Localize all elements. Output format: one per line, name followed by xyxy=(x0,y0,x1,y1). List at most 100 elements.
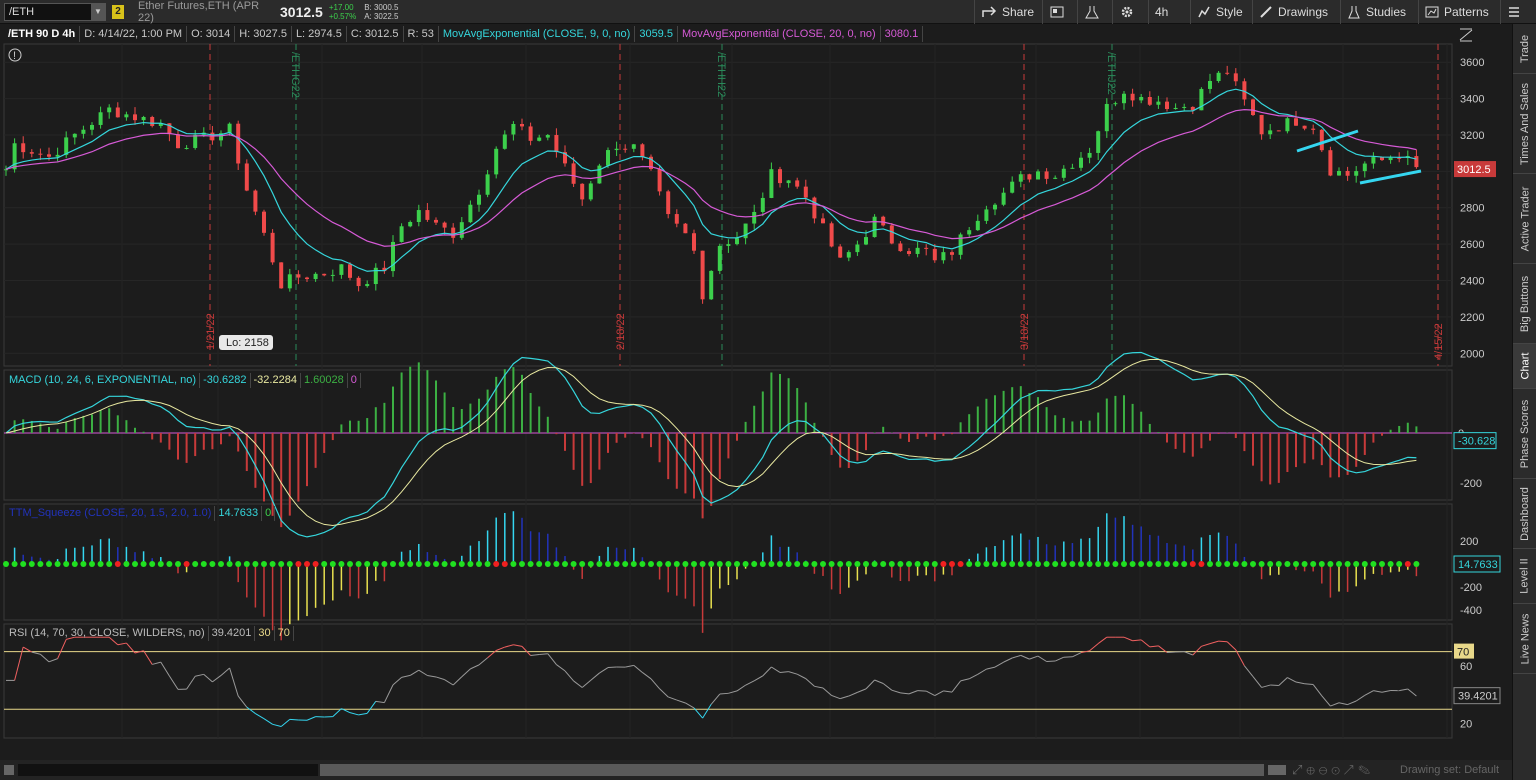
price-axis-label: 2600 xyxy=(1460,239,1484,251)
candle-body xyxy=(451,227,456,238)
candle-body xyxy=(356,277,361,287)
candle-body xyxy=(683,223,688,234)
rsi-value: 39.4201 xyxy=(209,626,256,641)
ttm-squeeze-dot xyxy=(1387,561,1394,567)
drawing-set-label[interactable]: Drawing set: Default xyxy=(1400,764,1499,776)
sidebar-tab-big-buttons[interactable]: Big Buttons xyxy=(1513,264,1536,344)
candle-body xyxy=(1182,106,1187,108)
thinkorswim-chart-window: /ETH ▼ 2 Ether Futures,ETH (APR 22) 3012.… xyxy=(0,0,1536,780)
ttm-squeeze-dot xyxy=(1078,561,1084,567)
ttm-squeeze-dot xyxy=(562,561,568,567)
candle-body xyxy=(1414,156,1419,168)
ttm-squeeze-dot xyxy=(450,561,457,567)
sidebar-tab-live-news[interactable]: Live News xyxy=(1513,604,1536,674)
ttm-squeeze-dot xyxy=(192,561,199,567)
candle-body xyxy=(29,152,34,154)
ttm-squeeze-dot xyxy=(1043,561,1050,567)
ttm-squeeze-dot xyxy=(295,561,302,567)
sidebar-tab-active-trader[interactable]: Active Trader xyxy=(1513,174,1536,264)
ttm-squeeze-dot xyxy=(1336,561,1342,567)
ttm-squeeze-dot xyxy=(226,561,233,567)
ttm-squeeze-dot xyxy=(785,561,792,567)
candle-body xyxy=(1371,157,1376,164)
macd-label[interactable]: MACD (10, 24, 6, EXPONENTIAL, no) xyxy=(6,373,201,388)
candle-body xyxy=(313,273,318,280)
sidebar-tab-times-and-sales[interactable]: Times And Sales xyxy=(1513,74,1536,174)
candle-body xyxy=(1027,174,1032,180)
rsi-axis-label: 20 xyxy=(1460,719,1472,731)
candle-body xyxy=(803,186,808,198)
candle-body xyxy=(640,144,645,157)
scrollbar-thumb[interactable] xyxy=(320,764,1264,776)
candle-body xyxy=(855,244,860,253)
ttm-squeeze-dot xyxy=(97,561,104,567)
ttm-zero-value: 0 xyxy=(262,506,276,521)
ttm-squeeze-dot xyxy=(854,561,861,567)
candle-body xyxy=(657,169,662,192)
ttm-squeeze-dot xyxy=(476,561,482,567)
ttm-axis-label: -200 xyxy=(1460,582,1482,594)
info-icon-glyph: ! xyxy=(13,50,16,62)
ttm-squeeze-dot xyxy=(923,561,930,567)
candle-body xyxy=(279,262,284,289)
candle-body xyxy=(915,247,920,254)
ttm-squeeze-dot xyxy=(338,561,345,567)
candle-body xyxy=(1018,174,1023,182)
sidebar-tab-phase-scores[interactable]: Phase Scores xyxy=(1513,389,1536,479)
ttm-squeeze-dot xyxy=(484,561,491,567)
rsi-label[interactable]: RSI (14, 70, 30, CLOSE, WILDERS, no) xyxy=(6,626,209,641)
ttm-squeeze-dot xyxy=(286,561,293,567)
ttm-squeeze-dot xyxy=(243,561,250,567)
ttm-squeeze-dot xyxy=(949,561,955,567)
ttm-squeeze-dot xyxy=(1241,561,1248,567)
zoom-controls-icon[interactable]: ⤢⊕⊖⊙↗✎ xyxy=(1292,762,1374,778)
ttm-squeeze-dot xyxy=(372,561,379,567)
expiration-label: 3/18/22 xyxy=(1019,313,1031,350)
price-pane xyxy=(3,43,1453,367)
candle-body xyxy=(244,163,249,191)
ttm-axis-label: -400 xyxy=(1460,605,1482,617)
sidebar-tab-chart[interactable]: Chart xyxy=(1513,344,1536,389)
ttm-squeeze-dot xyxy=(390,561,396,567)
macd-value: -30.6282 xyxy=(200,373,251,388)
candle-body xyxy=(176,134,180,149)
sidebar-tab-dashboard[interactable]: Dashboard xyxy=(1513,479,1536,549)
candle-body xyxy=(296,274,301,278)
sidebar-tab-level-ii[interactable]: Level II xyxy=(1513,549,1536,604)
candle-body xyxy=(1010,181,1015,193)
ttm-squeeze-dot xyxy=(200,561,207,567)
ttm-squeeze-dot xyxy=(931,561,938,567)
bottom-scrollbar[interactable]: ⤢⊕⊖⊙↗✎ Drawing set: Default xyxy=(0,760,1512,780)
scroll-right-icon[interactable] xyxy=(1268,765,1286,775)
ttm-squeeze-dot xyxy=(708,561,715,567)
ttm-squeeze-dot xyxy=(1035,561,1041,567)
candle-body xyxy=(1388,157,1393,161)
candle-body xyxy=(932,248,937,261)
candle-body xyxy=(270,232,275,263)
ttm-squeeze-dot xyxy=(1069,561,1076,567)
candle-body xyxy=(150,117,155,126)
candle-body xyxy=(709,270,714,300)
candle-body xyxy=(1061,168,1066,178)
candle-body xyxy=(468,204,473,223)
candle-body xyxy=(90,124,94,130)
scroll-left-icon[interactable] xyxy=(4,765,14,775)
ttm-squeeze-dot xyxy=(424,561,431,567)
ttm-squeeze-dot xyxy=(768,561,775,567)
expand-chart-icon xyxy=(1459,28,1473,42)
candle-body xyxy=(1345,170,1350,176)
candle-body xyxy=(434,219,438,223)
ttm-label[interactable]: TTM_Squeeze (CLOSE, 20, 1.5, 2.0, 1.0) xyxy=(6,506,216,521)
candle-body xyxy=(838,246,843,258)
candle-body xyxy=(1302,125,1307,129)
ttm-value: 14.7633 xyxy=(215,506,263,521)
expiration-label: 2/18/22 xyxy=(615,313,627,350)
ttm-squeeze-dot xyxy=(510,561,517,567)
candle-body xyxy=(889,225,894,244)
candle-body xyxy=(236,123,241,164)
sidebar-tab-trade[interactable]: Trade xyxy=(1513,24,1536,74)
price-axis-label: 3600 xyxy=(1460,57,1484,69)
ttm-squeeze-dot xyxy=(1250,561,1256,567)
ttm-squeeze-dot xyxy=(28,561,35,567)
candle-body xyxy=(1294,118,1298,126)
